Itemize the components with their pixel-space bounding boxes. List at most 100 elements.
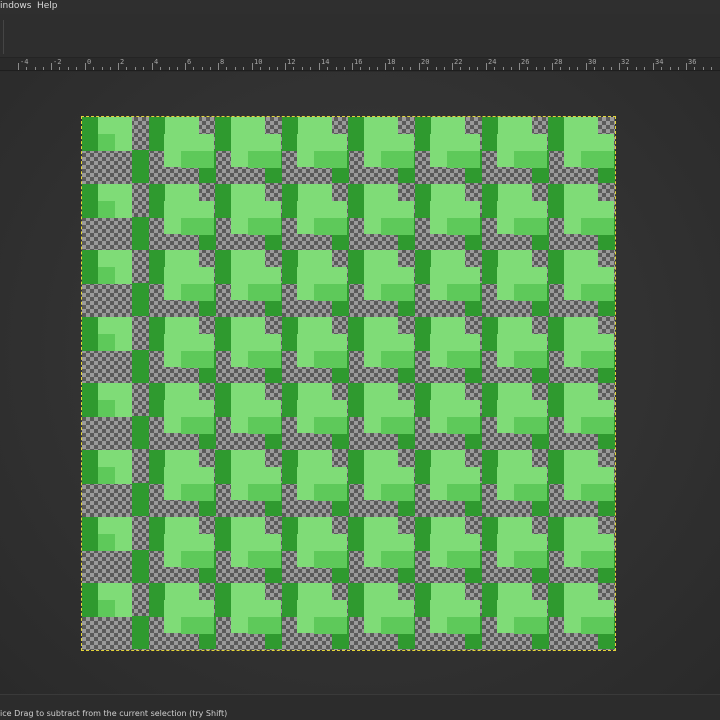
dark-green-segment (149, 250, 165, 284)
green-block (298, 317, 332, 334)
ruler-minor-tick (26, 67, 27, 70)
green-block (431, 450, 465, 467)
dark-green-segment (215, 250, 231, 284)
ruler-major-tick (218, 63, 219, 70)
ruler-minor-tick (569, 67, 570, 70)
ruler-label: -4 (20, 58, 29, 66)
green-block (364, 117, 398, 134)
dark-green-segment (348, 517, 364, 551)
dark-green-segment (415, 117, 431, 151)
ruler-major-tick (85, 63, 86, 70)
ruler-major-tick (18, 63, 19, 70)
ruler-major-tick (653, 63, 654, 70)
green-block (181, 218, 214, 235)
green-block (115, 400, 132, 417)
dark-green-segment (348, 317, 364, 351)
green-block (564, 317, 598, 334)
green-block (514, 284, 547, 301)
green-block (581, 551, 614, 568)
ruler-minor-tick (126, 67, 127, 70)
green-block (98, 250, 132, 267)
ruler-major-tick (152, 63, 153, 70)
green-block (98, 583, 132, 600)
ruler-minor-tick (235, 67, 236, 70)
dark-green-segment (132, 350, 149, 383)
dark-green-segment (282, 517, 298, 551)
green-block (165, 117, 199, 134)
green-block (248, 617, 281, 634)
dark-green-segment (482, 250, 498, 284)
dark-green-segment (215, 317, 231, 351)
ruler-label: 8 (220, 58, 225, 66)
green-block (514, 617, 547, 634)
green-block (248, 551, 281, 568)
green-block (298, 184, 332, 201)
dark-green-segment (482, 450, 498, 484)
ruler-minor-tick (670, 67, 671, 70)
dark-green-segment (215, 383, 231, 417)
ruler-minor-tick (393, 67, 394, 70)
ruler-minor-tick (603, 67, 604, 70)
ruler-minor-tick (402, 67, 403, 70)
ruler-minor-tick (35, 67, 36, 70)
ruler-minor-tick (310, 67, 311, 70)
dark-green-segment (282, 250, 298, 284)
green-block (498, 517, 532, 534)
ruler-major-tick (319, 63, 320, 70)
ruler-major-tick (552, 63, 553, 70)
green-block (381, 284, 414, 301)
ruler-major-tick (586, 63, 587, 70)
green-block (314, 284, 347, 301)
ruler-label: 12 (287, 58, 296, 66)
green-block (564, 250, 598, 267)
menu-windows[interactable]: indows (0, 1, 31, 11)
dark-green-segment (132, 283, 149, 316)
green-block (248, 351, 281, 368)
green-block (181, 551, 214, 568)
green-block (447, 484, 480, 501)
dark-green-segment (132, 550, 149, 583)
green-block (248, 284, 281, 301)
green-block (431, 184, 465, 201)
ruler-major-tick (486, 63, 487, 70)
green-block (298, 450, 332, 467)
ruler-minor-tick (102, 67, 103, 70)
green-block (514, 218, 547, 235)
horizontal-ruler[interactable]: -4 -2 0 2 4 6 8 10 12 14 16 18 20 22 24 26 28 30 32 34 36 (0, 58, 720, 71)
dark-green-segment (482, 317, 498, 351)
green-block (165, 184, 199, 201)
green-block (381, 484, 414, 501)
dark-green-segment (548, 517, 564, 551)
green-block (364, 250, 398, 267)
ruler-label: 0 (87, 58, 92, 66)
dark-green-segment (348, 383, 364, 417)
green-block (381, 417, 414, 434)
ruler-minor-tick (269, 67, 270, 70)
dark-green-segment (132, 616, 149, 649)
green-block (115, 534, 132, 551)
green-block (581, 484, 614, 501)
ruler-minor-tick (644, 67, 645, 70)
green-block (564, 450, 598, 467)
green-block (447, 617, 480, 634)
ruler-major-tick (686, 63, 687, 70)
green-block (514, 151, 547, 168)
menu-help[interactable]: Help (37, 1, 58, 11)
green-block (447, 151, 480, 168)
ruler-minor-tick (243, 67, 244, 70)
green-block (364, 517, 398, 534)
ruler-major-tick (51, 63, 52, 70)
image-canvas[interactable] (81, 116, 616, 651)
ruler-label: 36 (688, 58, 697, 66)
green-block (165, 583, 199, 600)
green-block (364, 317, 398, 334)
ruler-minor-tick (160, 67, 161, 70)
dark-green-segment (215, 450, 231, 484)
ruler-label: 28 (554, 58, 563, 66)
dark-green-segment (548, 450, 564, 484)
dark-green-segment (415, 184, 431, 218)
dark-green-segment (348, 450, 364, 484)
green-block (447, 284, 480, 301)
ruler-major-tick (519, 63, 520, 70)
green-block (514, 351, 547, 368)
